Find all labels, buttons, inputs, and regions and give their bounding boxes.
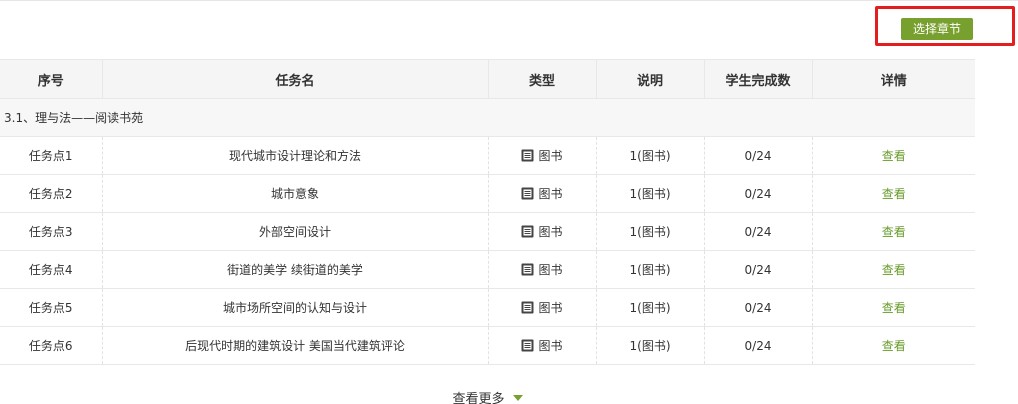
task-detail: 查看 (812, 136, 975, 175)
task-note: 1(图书) (596, 288, 705, 327)
task-completed: 0/24 (704, 174, 813, 213)
view-detail-link[interactable]: 查看 (882, 149, 906, 163)
task-note: 1(图书) (596, 250, 705, 289)
book-icon (521, 187, 534, 199)
column-header-completed: 学生完成数 (704, 59, 813, 99)
task-type: 图书 (488, 250, 597, 289)
task-note: 1(图书) (596, 326, 705, 365)
task-index: 任务点5 (0, 288, 103, 327)
task-type-label: 图书 (538, 148, 563, 163)
view-detail-link[interactable]: 查看 (882, 187, 906, 201)
task-detail: 查看 (812, 174, 975, 213)
column-header-type: 类型 (488, 59, 597, 99)
task-name: 城市场所空间的认知与设计 (102, 288, 489, 327)
table-row: 任务点5 城市场所空间的认知与设计 图书 1(图书) 0/24 查看 (0, 288, 975, 327)
task-completed: 0/24 (704, 326, 813, 365)
task-type-label: 图书 (538, 300, 563, 315)
task-note: 1(图书) (596, 174, 705, 213)
column-header-detail: 详情 (812, 59, 975, 99)
highlight-annotation-box (875, 6, 1015, 46)
book-icon (521, 301, 534, 313)
task-index: 任务点3 (0, 212, 103, 251)
task-completed: 0/24 (704, 288, 813, 327)
task-name: 街道的美学 续街道的美学 (102, 250, 489, 289)
section-title: 3.1、理与法——阅读书苑 (0, 98, 975, 137)
task-table: 序号 任务名 类型 说明 学生完成数 详情 3.1、理与法——阅读书苑 任务点1… (0, 59, 975, 365)
task-type-label: 图书 (538, 186, 563, 201)
column-header-index: 序号 (0, 59, 103, 99)
view-more-bar: 查看更多 (0, 388, 975, 404)
task-name: 城市意象 (102, 174, 489, 213)
caret-down-icon (512, 394, 523, 401)
task-type: 图书 (488, 174, 597, 213)
view-detail-link[interactable]: 查看 (882, 263, 906, 277)
task-detail: 查看 (812, 326, 975, 365)
table-row: 任务点6 后现代时期的建筑设计 美国当代建筑评论 图书 1(图书) 0/24 查… (0, 326, 975, 365)
view-more-label: 查看更多 (452, 392, 505, 404)
task-type-label: 图书 (538, 224, 563, 239)
task-type-label: 图书 (538, 338, 563, 353)
table-header-row: 序号 任务名 类型 说明 学生完成数 详情 (0, 59, 975, 99)
task-type: 图书 (488, 288, 597, 327)
task-index: 任务点2 (0, 174, 103, 213)
task-type-label: 图书 (538, 262, 563, 277)
view-detail-link[interactable]: 查看 (882, 225, 906, 239)
top-divider (0, 0, 1018, 1)
column-header-task-name: 任务名 (102, 59, 489, 99)
task-name: 现代城市设计理论和方法 (102, 136, 489, 175)
task-note: 1(图书) (596, 212, 705, 251)
task-name: 后现代时期的建筑设计 美国当代建筑评论 (102, 326, 489, 365)
table-row: 任务点4 街道的美学 续街道的美学 图书 1(图书) 0/24 查看 (0, 250, 975, 289)
book-icon (521, 149, 534, 161)
table-row: 任务点3 外部空间设计 图书 1(图书) 0/24 查看 (0, 212, 975, 251)
column-header-note: 说明 (596, 59, 705, 99)
book-icon (521, 339, 534, 351)
task-name: 外部空间设计 (102, 212, 489, 251)
task-index: 任务点1 (0, 136, 103, 175)
task-detail: 查看 (812, 250, 975, 289)
task-type: 图书 (488, 326, 597, 365)
book-icon (521, 263, 534, 275)
task-index: 任务点4 (0, 250, 103, 289)
table-row: 任务点2 城市意象 图书 1(图书) 0/24 查看 (0, 174, 975, 213)
task-note: 1(图书) (596, 136, 705, 175)
task-detail: 查看 (812, 212, 975, 251)
task-type: 图书 (488, 136, 597, 175)
view-detail-link[interactable]: 查看 (882, 339, 906, 353)
section-row: 3.1、理与法——阅读书苑 (0, 98, 975, 137)
task-completed: 0/24 (704, 250, 813, 289)
book-icon (521, 225, 534, 237)
task-completed: 0/24 (704, 136, 813, 175)
task-detail: 查看 (812, 288, 975, 327)
task-type: 图书 (488, 212, 597, 251)
view-more-button[interactable]: 查看更多 (452, 388, 523, 404)
task-index: 任务点6 (0, 326, 103, 365)
task-completed: 0/24 (704, 212, 813, 251)
table-row: 任务点1 现代城市设计理论和方法 图书 1(图书) 0/24 查看 (0, 136, 975, 175)
view-detail-link[interactable]: 查看 (882, 301, 906, 315)
